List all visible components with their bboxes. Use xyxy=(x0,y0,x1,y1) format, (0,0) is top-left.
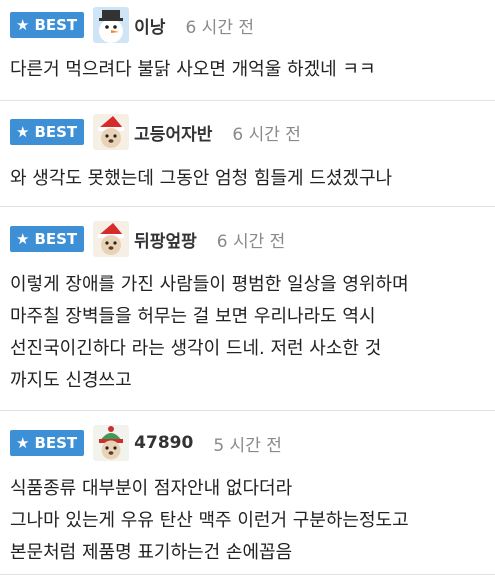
comment-line: 다른거 먹으려다 불닭 사오면 개억울 하겠네 ㅋㅋ xyxy=(10,59,376,80)
star-icon: ★ xyxy=(16,122,30,141)
snowman-avatar[interactable] xyxy=(93,7,130,43)
santa-dog-avatar[interactable] xyxy=(93,221,130,257)
comment-header: ★ BEST 고등어자반 6 시간 전 xyxy=(10,114,301,150)
nickname[interactable]: 이낭 xyxy=(134,13,165,38)
star-icon: ★ xyxy=(16,15,30,34)
comment-text: 식품종류 대부분이 점자안내 없다더라 그나마 있는게 우유 탄산 맥주 이런거… xyxy=(10,473,487,569)
nickname[interactable]: 47890 xyxy=(134,433,193,453)
best-badge-label: BEST xyxy=(34,230,78,248)
comment-header: ★ BEST 47890 5 시간 전 xyxy=(10,425,282,461)
best-badge: ★ BEST xyxy=(10,430,85,456)
star-icon: ★ xyxy=(16,229,30,248)
timestamp: 6 시간 전 xyxy=(185,17,254,38)
best-badge-label: BEST xyxy=(34,16,78,34)
timestamp: 6 시간 전 xyxy=(216,231,286,252)
comment-header: ★ BEST 뒤팡엎팡 6 시간 전 xyxy=(10,221,286,257)
comment-line: 이렇게 장애를 가진 사람들이 평범한 일상을 영위하며 xyxy=(10,274,409,295)
comment-line: 본문처럼 제품명 표기하는건 손에꼽음 xyxy=(10,542,293,563)
comment-line: 까지도 신경쓰고 xyxy=(10,370,132,391)
comment-item: ★ BEST 이낭 6 시간 전 다른거 먹으려다 불닭 사오면 개억울 하겠네… xyxy=(0,0,495,101)
best-badge: ★ BEST xyxy=(10,226,85,252)
star-icon: ★ xyxy=(16,433,30,452)
comment-line: 식품종류 대부분이 점자안내 없다더라 xyxy=(10,478,293,499)
comment-text: 와 생각도 못했는데 그동안 엄청 힘들게 드셨겠구나 xyxy=(10,163,487,195)
timestamp: 6 시간 전 xyxy=(232,124,301,145)
comment-item: ★ BEST 고등어자반 6 시간 전 와 생각도 못했는데 그동안 엄청 힘들… xyxy=(0,101,495,207)
comment-line: 마주칠 장벽들을 허무는 걸 보면 우리나라도 역시 xyxy=(10,306,376,327)
comment-header: ★ BEST 이낭 6 시간 전 xyxy=(10,7,254,43)
comment-line: 그나마 있는게 우유 탄산 맥주 이런거 구분하는정도고 xyxy=(10,510,409,531)
comment-text: 이렇게 장애를 가진 사람들이 평범한 일상을 영위하며 마주칠 장벽들을 허무… xyxy=(10,269,487,397)
nickname[interactable]: 뒤팡엎팡 xyxy=(134,227,197,252)
santa-dog-avatar[interactable] xyxy=(93,114,130,150)
comment-line: 선진국이긴하다 라는 생각이 드네. 저런 사소한 것 xyxy=(10,338,382,359)
comment-item: ★ BEST 47890 5 시간 전 식품종류 대부분이 점자안내 없다더라 … xyxy=(0,411,495,575)
comment-text: 다른거 먹으려다 불닭 사오면 개억울 하겠네 ㅋㅋ xyxy=(10,54,487,86)
comment-line: 와 생각도 못했는데 그동안 엄청 힘들게 드셨겠구나 xyxy=(10,168,393,189)
timestamp: 5 시간 전 xyxy=(213,435,282,456)
best-badge-label: BEST xyxy=(34,434,78,452)
best-badge-label: BEST xyxy=(34,123,78,141)
nickname[interactable]: 고등어자반 xyxy=(134,120,212,145)
best-badge: ★ BEST xyxy=(10,119,85,145)
comment-item: ★ BEST 뒤팡엎팡 6 시간 전 이렇게 장애를 가진 사람들이 평범한 일… xyxy=(0,207,495,411)
knit-hat-dog-avatar[interactable] xyxy=(93,425,130,461)
best-badge: ★ BEST xyxy=(10,12,85,38)
comment-list: ★ BEST 이낭 6 시간 전 다른거 먹으려다 불닭 사오면 개억울 하겠네… xyxy=(0,0,495,575)
